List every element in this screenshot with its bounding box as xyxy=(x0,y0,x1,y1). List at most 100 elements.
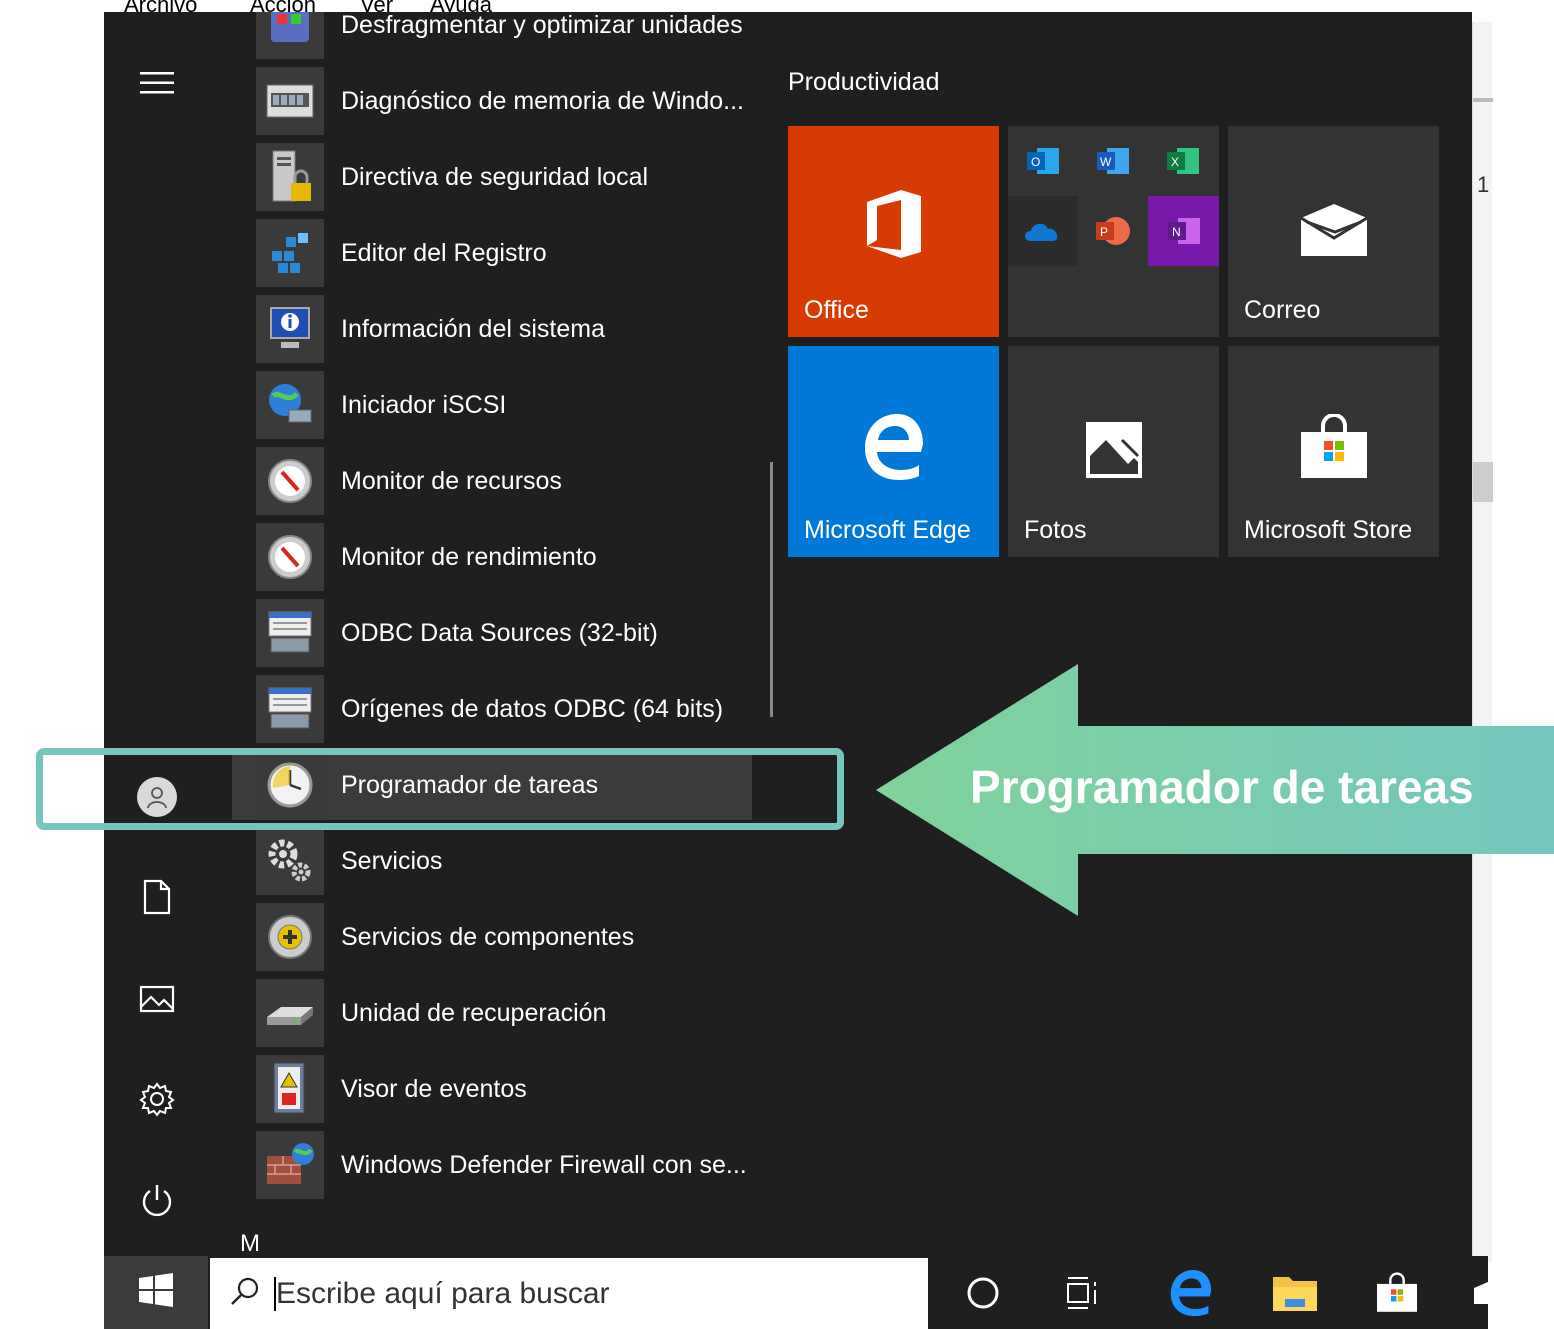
app-label: Windows Defender Firewall con se... xyxy=(341,1150,747,1179)
store-bag-icon xyxy=(1228,414,1439,480)
app-label: Editor del Registro xyxy=(341,238,547,267)
memory-diagnostic-icon xyxy=(256,67,324,135)
hamburger-icon[interactable] xyxy=(130,56,184,110)
app-label: Servicios xyxy=(341,846,443,875)
resource-monitor-icon xyxy=(256,447,324,515)
iscsi-icon xyxy=(256,371,324,439)
app-item-editor-registro[interactable]: Editor del Registro xyxy=(232,218,752,288)
tile-office[interactable]: Office xyxy=(788,126,999,337)
file-explorer-icon[interactable] xyxy=(1270,1268,1320,1318)
tile-label: Microsoft Store xyxy=(1244,516,1413,544)
pictures-icon[interactable] xyxy=(130,972,184,1026)
task-view-icon[interactable] xyxy=(1058,1268,1108,1318)
app-list: Desfragmentar y optimizar unidades Diagn… xyxy=(232,12,752,1256)
onenote-icon[interactable]: N xyxy=(1148,196,1219,266)
app-item-iniciador-iscsi[interactable]: Iniciador iSCSI xyxy=(232,370,752,440)
background-window-edge: 1 xyxy=(1472,22,1493,1262)
office-logo-icon xyxy=(788,188,999,260)
event-viewer-icon xyxy=(256,1055,324,1123)
security-policy-icon xyxy=(256,143,324,211)
edge-logo-icon xyxy=(788,414,999,480)
app-label: Orígenes de datos ODBC (64 bits) xyxy=(341,694,724,723)
performance-monitor-icon xyxy=(256,523,324,591)
app-label: Desfragmentar y optimizar unidades xyxy=(341,12,743,39)
app-item-monitor-recursos[interactable]: Monitor de recursos xyxy=(232,446,752,516)
svg-text:N: N xyxy=(1172,225,1181,239)
firewall-icon xyxy=(256,1131,324,1199)
app-item-visor-eventos[interactable]: Visor de eventos xyxy=(232,1054,752,1124)
windows-logo-icon xyxy=(139,1273,173,1312)
svg-text:O: O xyxy=(1031,155,1040,169)
app-label: ODBC Data Sources (32-bit) xyxy=(341,618,658,647)
search-input[interactable] xyxy=(276,1276,876,1311)
app-list-scrollbar[interactable] xyxy=(770,462,773,717)
tile-label: Office xyxy=(804,296,869,324)
tile-label: Correo xyxy=(1244,296,1321,324)
services-gears-icon xyxy=(256,827,324,895)
app-item-windows-defender-firewall[interactable]: Windows Defender Firewall con se... xyxy=(232,1130,752,1200)
app-label: Directiva de seguridad local xyxy=(341,162,649,191)
component-services-icon xyxy=(256,903,324,971)
word-icon[interactable]: W xyxy=(1078,126,1148,196)
tile-label: Microsoft Edge xyxy=(804,516,971,544)
screen: Archivo Acción Ver Ayuda 1 Desfragmentar… xyxy=(0,0,1554,1329)
tile-microsoft-edge[interactable]: Microsoft Edge xyxy=(788,346,999,557)
highlight-box xyxy=(36,748,844,830)
tile-label: Fotos xyxy=(1024,516,1087,544)
defrag-icon xyxy=(256,12,324,59)
app-item-informacion-sistema[interactable]: Información del sistema xyxy=(232,294,752,364)
app-item-servicios[interactable]: Servicios xyxy=(232,826,752,896)
mail-taskbar-icon[interactable] xyxy=(1468,1268,1488,1318)
registry-editor-icon xyxy=(256,219,324,287)
app-item-servicios-componentes[interactable]: Servicios de componentes xyxy=(232,902,752,972)
onedrive-icon[interactable] xyxy=(1008,196,1078,266)
app-label: Monitor de recursos xyxy=(341,466,562,495)
search-icon xyxy=(230,1276,260,1311)
edge-icon[interactable] xyxy=(1166,1268,1216,1318)
system-info-icon xyxy=(256,295,324,363)
recovery-drive-icon xyxy=(256,979,324,1047)
app-label: Iniciador iSCSI xyxy=(341,390,507,419)
odbc-icon xyxy=(256,599,324,667)
start-button[interactable] xyxy=(104,1256,208,1329)
power-icon[interactable] xyxy=(130,1174,184,1228)
app-label: Unidad de recuperación xyxy=(341,998,607,1027)
svg-text:P: P xyxy=(1100,225,1108,239)
tile-office-apps[interactable]: O W X P N xyxy=(1008,126,1219,337)
app-item-odbc-64[interactable]: Orígenes de datos ODBC (64 bits) xyxy=(232,674,752,744)
odbc-icon xyxy=(256,675,324,743)
callout-label: Programador de tareas xyxy=(970,761,1474,813)
cortana-circle-icon[interactable] xyxy=(958,1268,1008,1318)
taskbar-search-box[interactable] xyxy=(210,1258,928,1329)
svg-text:X: X xyxy=(1171,155,1179,169)
tile-group-title[interactable]: Productividad xyxy=(788,68,939,97)
start-menu: Desfragmentar y optimizar unidades Diagn… xyxy=(104,12,1472,1256)
start-rail xyxy=(104,12,208,1256)
gear-icon[interactable] xyxy=(130,1072,184,1126)
document-icon[interactable] xyxy=(130,870,184,924)
section-letter-m[interactable]: M xyxy=(240,1230,260,1256)
app-item-unidad-recuperacion[interactable]: Unidad de recuperación xyxy=(232,978,752,1048)
app-label: Información del sistema xyxy=(341,314,606,343)
tile-correo[interactable]: Correo xyxy=(1228,126,1439,337)
app-label: Diagnóstico de memoria de Windo... xyxy=(341,86,744,115)
excel-icon[interactable]: X xyxy=(1148,126,1218,196)
app-item-directiva-seguridad[interactable]: Directiva de seguridad local xyxy=(232,142,752,212)
svg-text:W: W xyxy=(1100,155,1112,169)
powerpoint-icon[interactable]: P xyxy=(1078,196,1148,266)
photos-icon xyxy=(1008,420,1219,480)
mail-icon xyxy=(1228,202,1439,258)
store-icon[interactable] xyxy=(1372,1268,1422,1318)
app-label: Visor de eventos xyxy=(341,1074,527,1103)
app-item-diagnostico-memoria[interactable]: Diagnóstico de memoria de Windo... xyxy=(232,66,752,136)
app-label: Monitor de rendimiento xyxy=(341,542,597,571)
background-number: 1 xyxy=(1477,172,1490,197)
app-item-desfragmentar[interactable]: Desfragmentar y optimizar unidades xyxy=(232,12,752,60)
app-item-odbc-32[interactable]: ODBC Data Sources (32-bit) xyxy=(232,598,752,668)
app-label: Servicios de componentes xyxy=(341,922,635,951)
taskbar xyxy=(104,1256,1488,1329)
tile-fotos[interactable]: Fotos xyxy=(1008,346,1219,557)
outlook-icon[interactable]: O xyxy=(1008,126,1078,196)
tile-microsoft-store[interactable]: Microsoft Store xyxy=(1228,346,1439,557)
app-item-monitor-rendimiento[interactable]: Monitor de rendimiento xyxy=(232,522,752,592)
